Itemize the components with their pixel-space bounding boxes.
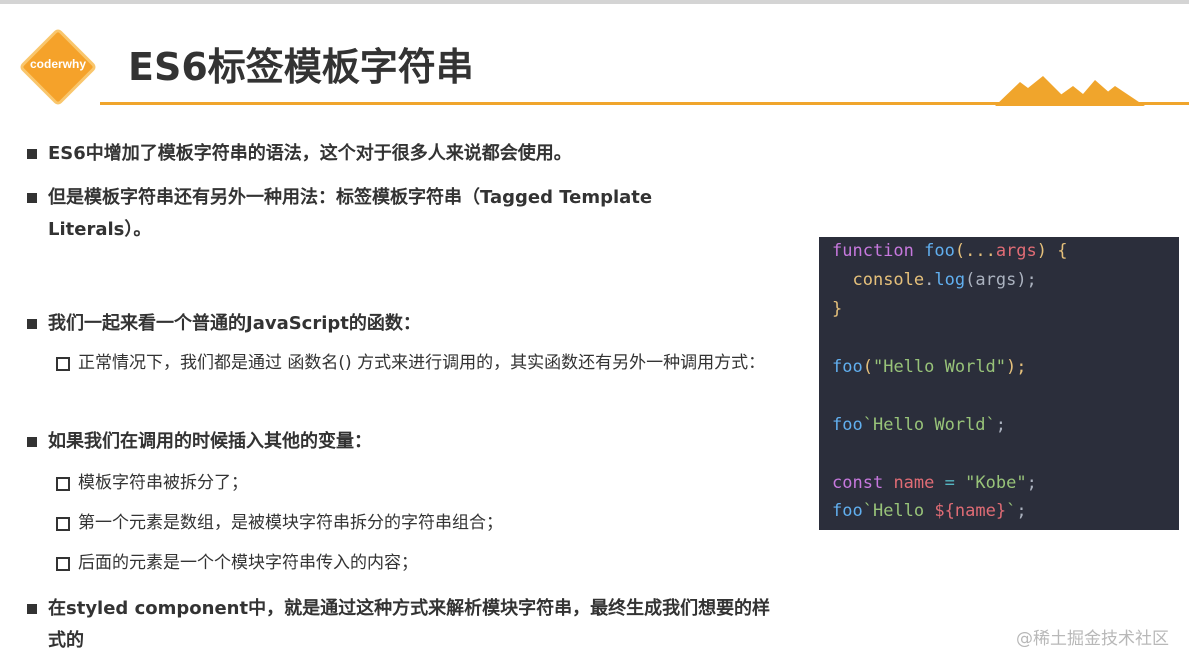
watermark: @稀土掘金技术社区 xyxy=(1016,629,1169,649)
code-line-5: foo`Hello World`; xyxy=(832,415,1007,435)
sub-bullet-2: 模板字符串被拆分了； xyxy=(56,467,786,499)
bullet-2-text: 但是模板字符串还有另外一种用法：标签模板字符串（Tagged Template … xyxy=(48,187,653,240)
sub-bullet-4-text: 后面的元素是一个个模块字符串传入的内容； xyxy=(78,553,418,573)
sub-bullet-1-text: 正常情况下，我们都是通过 函数名() 方式来进行调用的，其实函数还有另外一种调用… xyxy=(78,353,766,373)
hollow-square-bullet-icon xyxy=(56,517,70,531)
code-line-6: const name = "Kobe"; xyxy=(832,473,1037,493)
bullet-3: 我们一起来看一个普通的JavaScript的函数： xyxy=(26,308,786,340)
bullet-1-text: ES6中增加了模板字符串的语法，这个对于很多人来说都会使用。 xyxy=(48,143,572,164)
square-bullet-icon xyxy=(27,604,37,614)
code-block: function foo(...args) { console.log(args… xyxy=(819,237,1179,530)
square-bullet-icon xyxy=(27,319,37,329)
hollow-square-bullet-icon xyxy=(56,357,70,371)
code-line-1: function foo(...args) { xyxy=(832,241,1068,261)
hollow-square-bullet-icon xyxy=(56,557,70,571)
code-line-7: foo`Hello ${name}`; xyxy=(832,501,1027,521)
bullet-4-text: 如果我们在调用的时候插入其他的变量： xyxy=(48,431,372,452)
square-bullet-icon xyxy=(27,437,37,447)
sub-bullet-4: 后面的元素是一个个模块字符串传入的内容； xyxy=(56,547,786,579)
square-bullet-icon xyxy=(27,149,37,159)
bullet-1: ES6中增加了模板字符串的语法，这个对于很多人来说都会使用。 xyxy=(26,138,786,170)
code-line-4: foo("Hello World"); xyxy=(832,357,1027,377)
bullet-3-text: 我们一起来看一个普通的JavaScript的函数： xyxy=(48,313,421,334)
sub-bullet-3-text: 第一个元素是数组，是被模块字符串拆分的字符串组合； xyxy=(78,513,503,533)
hollow-square-bullet-icon xyxy=(56,477,70,491)
top-strip xyxy=(0,0,1189,4)
code-line-2: console.log(args); xyxy=(852,270,1037,290)
bullet-4: 如果我们在调用的时候插入其他的变量： xyxy=(26,426,786,458)
mountains-decoration-icon xyxy=(995,76,1145,106)
bullet-5-text: 在styled component中，就是通过这种方式来解析模块字符串，最终生成… xyxy=(48,598,771,651)
logo-text: coderwhy xyxy=(29,57,86,71)
bullet-5: 在styled component中，就是通过这种方式来解析模块字符串，最终生成… xyxy=(26,593,786,657)
coderwhy-logo: coderwhy xyxy=(18,27,98,107)
sub-bullet-3: 第一个元素是数组，是被模块字符串拆分的字符串组合； xyxy=(56,507,786,539)
sub-bullet-2-text: 模板字符串被拆分了； xyxy=(78,473,248,493)
slide-title: ES6标签模板字符串 xyxy=(128,45,474,89)
sub-bullet-1: 正常情况下，我们都是通过 函数名() 方式来进行调用的，其实函数还有另外一种调用… xyxy=(56,347,786,379)
code-line-3: } xyxy=(832,299,843,319)
square-bullet-icon xyxy=(27,193,37,203)
bullet-2: 但是模板字符串还有另外一种用法：标签模板字符串（Tagged Template … xyxy=(26,182,716,246)
